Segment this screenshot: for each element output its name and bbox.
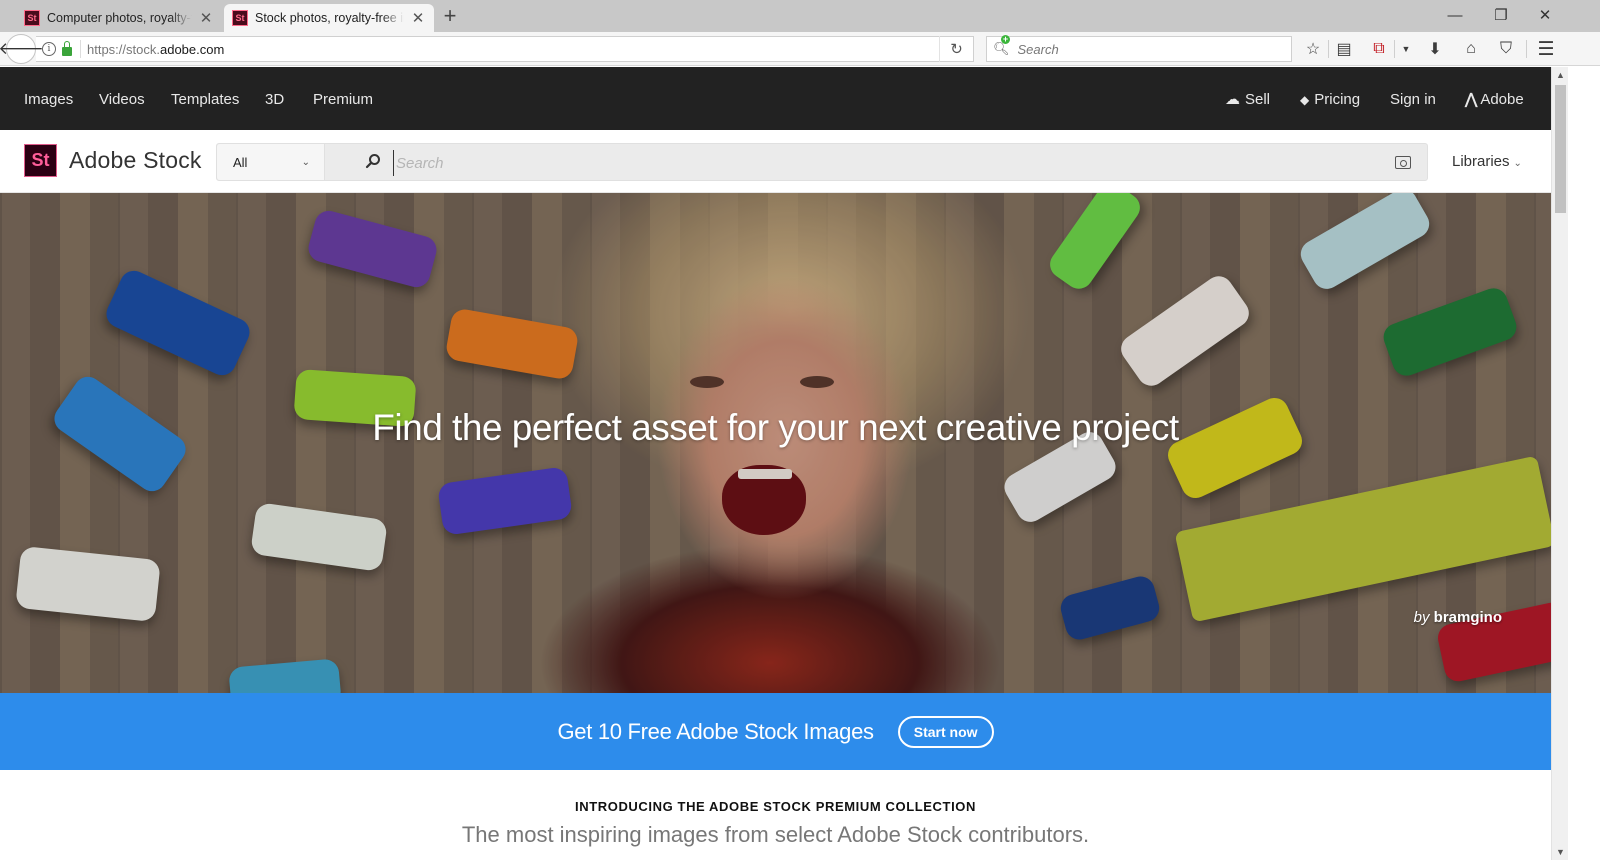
nav-sell-label: Sell [1245, 91, 1271, 108]
start-now-button[interactable]: Start now [897, 715, 994, 748]
bookmark-star-icon[interactable]: ☆ [1300, 36, 1326, 62]
close-tab-icon[interactable]: ✕ [198, 9, 214, 27]
nav-pricing[interactable]: ◆ Pricing [1300, 67, 1360, 130]
scroll-up-icon[interactable]: ▲ [1552, 67, 1569, 83]
page-viewport: Images Videos Templates 3D Premium ☁ Sell… [0, 67, 1551, 860]
restore-button[interactable]: ❐ [1478, 0, 1524, 30]
credit-prefix: by [1413, 609, 1430, 626]
stock-search-bar: All ⌄ [216, 143, 1428, 181]
home-icon[interactable]: ⌂ [1458, 36, 1484, 62]
pdf-icon[interactable]: ⧉ [1366, 36, 1392, 62]
nav-3d[interactable]: 3D [265, 67, 284, 130]
cloud-upload-icon: ☁ [1225, 91, 1240, 108]
search-engine-icon[interactable]: 🔍︎ [993, 35, 1010, 57]
chevron-down-icon: ⌄ [1513, 158, 1522, 169]
hero-headline: Find the perfect asset for your next cre… [372, 407, 1179, 448]
nav-adobe[interactable]: ⋀ Adobe [1465, 67, 1524, 130]
nav-pricing-label: Pricing [1314, 91, 1361, 108]
photo-credit[interactable]: by bramgino [1414, 609, 1502, 626]
divider [1526, 40, 1527, 58]
credit-author: bramgino [1433, 609, 1502, 626]
tab-stock-photos[interactable]: St Stock photos, royalty-free images ✕ [224, 4, 434, 32]
close-tab-icon[interactable]: ✕ [410, 9, 426, 27]
divider [1328, 40, 1329, 58]
search-header: St Adobe Stock All ⌄ Libraries⌄ [0, 130, 1551, 193]
pocket-icon[interactable]: ⛉ [1493, 36, 1519, 62]
tab-title: Stock photos, royalty-free images [255, 11, 404, 25]
nav-sell[interactable]: ☁ Sell [1225, 67, 1270, 130]
libraries-dropdown[interactable]: Libraries ⌄ [1452, 130, 1522, 193]
logo-wordmark: Adobe Stock [69, 147, 202, 173]
visual-search-camera-icon[interactable] [1395, 156, 1411, 169]
menu-icon[interactable]: ☰ [1533, 36, 1559, 62]
site-info-icon[interactable]: i [42, 42, 56, 56]
hero-banner: Find the perfect asset for your next cre… [0, 193, 1551, 693]
tab-strip: St Computer photos, royalty-free images … [0, 0, 1600, 32]
tab-computer-photos[interactable]: St Computer photos, royalty-free images … [16, 4, 222, 32]
lock-icon[interactable] [62, 40, 72, 56]
browser-search-input[interactable] [1017, 41, 1288, 57]
nav-adobe-label: Adobe [1480, 91, 1524, 108]
minimize-button[interactable]: — [1432, 0, 1478, 30]
promo-text: Get 10 Free Adobe Stock Images [557, 718, 874, 744]
adobe-stock-favicon-icon: St [24, 10, 40, 26]
free-images-promo: Get 10 Free Adobe Stock Images Start now [0, 693, 1551, 770]
libraries-label: Libraries [1452, 153, 1510, 170]
dropdown-icon[interactable]: ▼ [1393, 36, 1419, 62]
reading-list-icon[interactable]: ▤ [1331, 36, 1357, 62]
window-edge [1568, 67, 1600, 860]
stock-logo-icon: St [24, 144, 57, 177]
reload-icon[interactable]: ↻ [939, 36, 973, 62]
adobe-stock-favicon-icon: St [232, 10, 248, 26]
price-tag-icon: ◆ [1300, 93, 1310, 107]
adobe-stock-logo[interactable]: St Adobe Stock [24, 144, 202, 177]
back-button[interactable]: 🡐 [0, 34, 44, 64]
nav-images[interactable]: Images [24, 67, 73, 130]
adobe-logo-icon: ⋀ [1465, 91, 1478, 108]
nav-premium[interactable]: Premium [313, 67, 373, 130]
download-icon[interactable]: ⬇ [1422, 36, 1448, 62]
url-text[interactable]: https://stock.adobe.com [87, 42, 939, 57]
nav-sign-in[interactable]: Sign in [1390, 67, 1436, 130]
page-scrollbar[interactable]: ▲ ▼ [1551, 67, 1568, 860]
address-bar[interactable]: i https://stock.adobe.com ↻ [36, 36, 974, 62]
stock-search-input[interactable] [393, 150, 1373, 176]
divider [80, 40, 81, 58]
url-host: adobe.com [159, 41, 225, 57]
browser-toolbar: i https://stock.adobe.com ↻ 🡐 🔍︎ [0, 32, 1600, 66]
back-arrow-icon: 🡐 [0, 39, 44, 58]
premium-collection-section: INTRODUCING THE ADOBE STOCK PREMIUM COLL… [0, 799, 1551, 848]
premium-subtitle: The most inspiring images from select Ad… [461, 822, 1090, 847]
window-close-button[interactable]: ✕ [1522, 0, 1568, 30]
tab-title: Computer photos, royalty-free images [47, 11, 192, 25]
new-tab-button[interactable]: + [436, 4, 464, 30]
browser-search-box[interactable]: 🔍︎ [986, 35, 1292, 62]
nav-templates[interactable]: Templates [171, 67, 239, 130]
category-dropdown[interactable]: All ⌄ [217, 144, 325, 180]
nav-videos[interactable]: Videos [99, 67, 145, 130]
url-protocol: https://stock. [87, 41, 160, 57]
premium-kicker: INTRODUCING THE ADOBE STOCK PREMIUM COLL… [575, 799, 976, 814]
search-icon [365, 154, 380, 169]
scroll-down-icon[interactable]: ▼ [1552, 844, 1569, 860]
top-navigation: Images Videos Templates 3D Premium ☁ Sell… [0, 67, 1551, 130]
chevron-down-icon: ⌄ [301, 157, 310, 168]
scrollbar-thumb[interactable] [1555, 85, 1566, 213]
category-selected: All [233, 155, 248, 170]
